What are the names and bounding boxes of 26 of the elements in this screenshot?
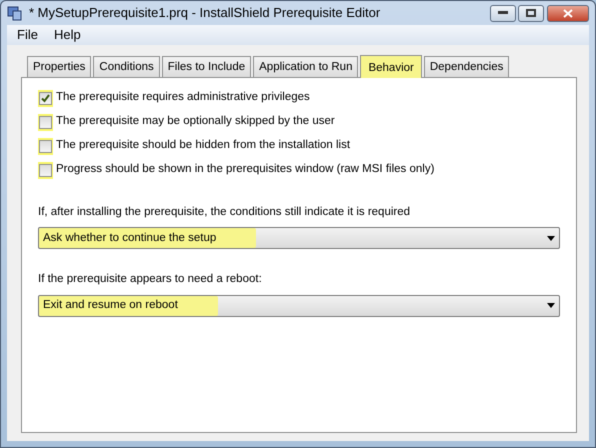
close-button[interactable] (547, 4, 589, 22)
checkbox-label: The prerequisite may be optionally skipped by the user (56, 114, 335, 130)
checkbox-label: The prerequisite requires administrative privileges (56, 90, 310, 106)
minimize-icon (498, 11, 508, 15)
menu-item[interactable]: File (11, 25, 44, 45)
close-icon (563, 8, 573, 18)
window-title: * MySetupPrerequisite1.prq - InstallShield Prerequisite Editor (29, 4, 380, 22)
field-label: If the prerequisite appears to need a reboot: (38, 272, 263, 288)
checkbox-label: The prerequisite should be hidden from the installation list (56, 138, 350, 154)
minimize-button[interactable] (490, 4, 516, 22)
tab[interactable]: Dependencies (424, 56, 510, 77)
tab[interactable]: Conditions (93, 56, 160, 77)
dropdown[interactable]: Ask whether to continue the setup (38, 227, 560, 250)
maximize-icon (526, 9, 536, 17)
caret-icon (547, 303, 555, 308)
dropdown[interactable]: Exit and resume on reboot (38, 294, 560, 316)
tab[interactable]: Behavior (360, 55, 422, 78)
caret-icon (547, 236, 555, 241)
tab[interactable]: Files to Include (162, 56, 252, 77)
field-label: If, after installing the prerequisite, the conditions still indicate it is required (38, 205, 412, 220)
app-icon (7, 5, 23, 21)
menu-item[interactable]: Help (48, 25, 87, 45)
checkbox-label: Progress should be shown in the prerequisites window (raw MSI files only) (56, 162, 434, 178)
maximize-button[interactable] (518, 4, 544, 22)
tab[interactable]: Application to Run (253, 56, 358, 77)
tab[interactable]: Properties (27, 56, 92, 77)
